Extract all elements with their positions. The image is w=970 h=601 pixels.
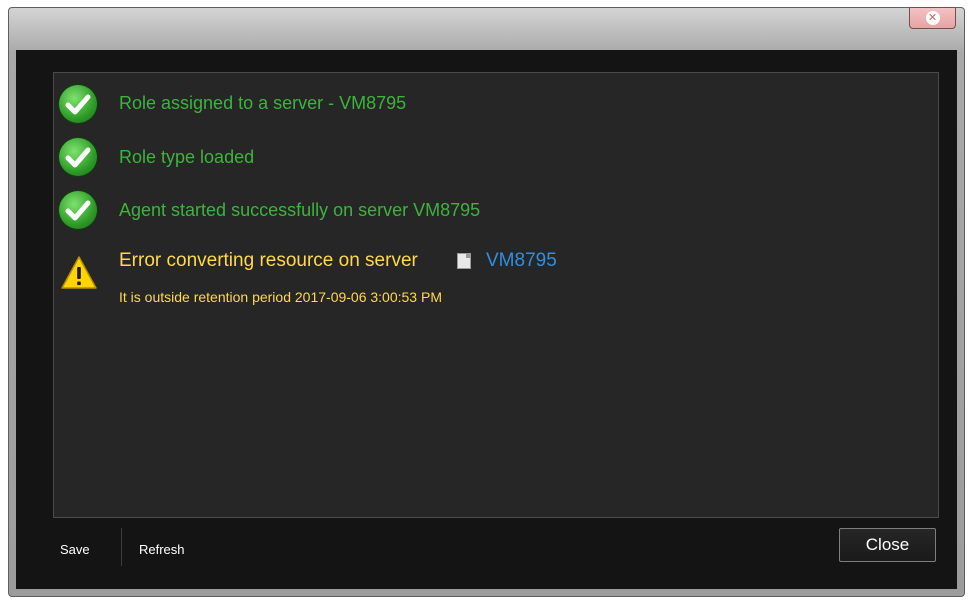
save-button[interactable]: Save	[60, 542, 90, 557]
dialog-window: ✕ Role assigned to a server - VM8795 Rol…	[8, 7, 965, 597]
check-icon	[59, 85, 97, 123]
error-message: Error converting resource on server	[119, 250, 418, 271]
document-icon	[457, 253, 471, 269]
status-message: Agent started successfully on server VM8…	[119, 200, 481, 220]
warning-icon	[60, 255, 98, 295]
close-button[interactable]: Close	[839, 528, 936, 562]
status-message: Role assigned to a server - VM8795	[119, 93, 407, 113]
dialog-client-area: Role assigned to a server - VM8795 Role …	[16, 50, 957, 589]
check-icon	[59, 191, 97, 229]
footer-separator	[121, 528, 122, 566]
refresh-button[interactable]: Refresh	[139, 542, 185, 557]
status-log-panel: Role assigned to a server - VM8795 Role …	[53, 72, 939, 518]
close-icon: ✕	[925, 11, 940, 25]
error-detail: It is outside retention period 2017-09-0…	[119, 289, 442, 305]
window-close-button[interactable]: ✕	[909, 7, 956, 29]
status-message: Role type loaded	[119, 147, 255, 167]
server-link[interactable]: VM8795	[486, 250, 557, 272]
check-icon	[59, 138, 97, 176]
